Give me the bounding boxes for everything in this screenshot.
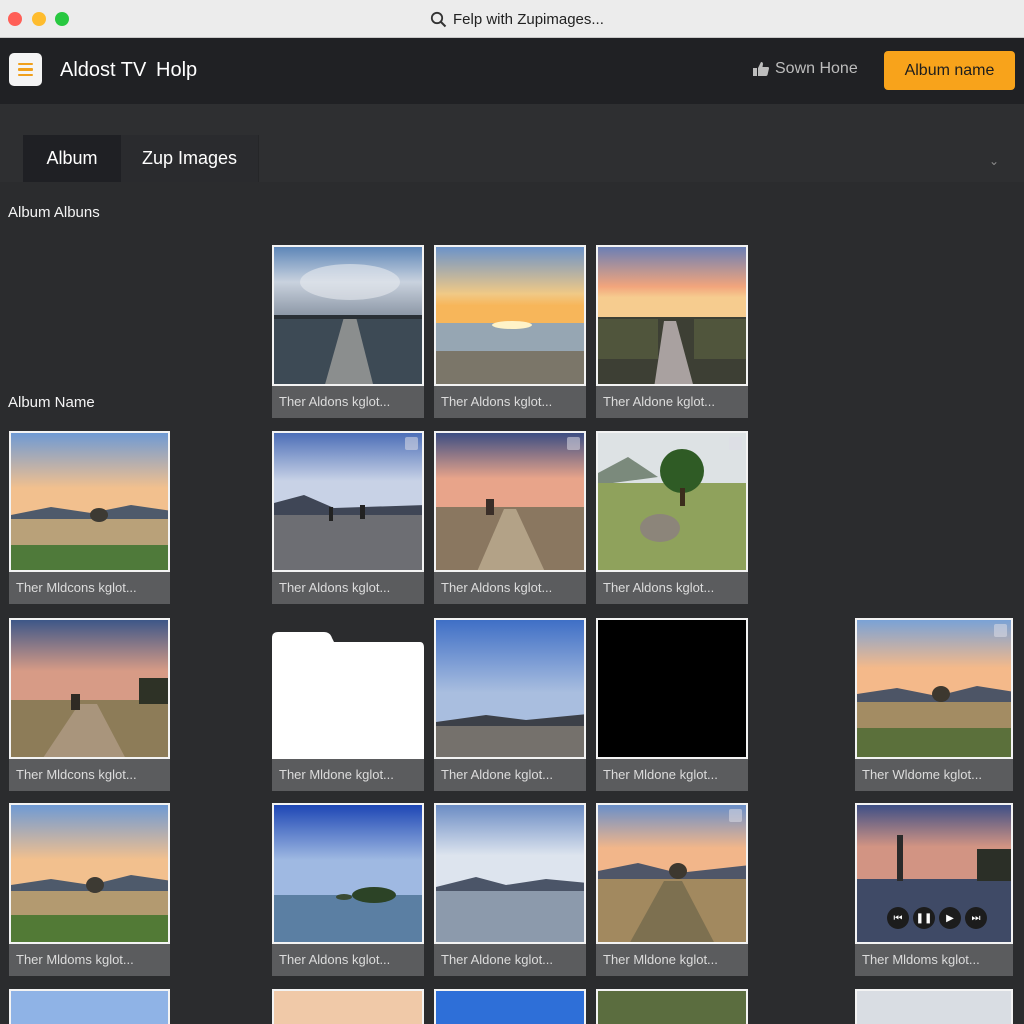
window-search[interactable]: Felp with Zupimages... bbox=[430, 9, 604, 29]
thumbnail-image bbox=[855, 618, 1013, 759]
select-checkbox-icon[interactable] bbox=[405, 437, 418, 450]
image-caption: Ther Mldoms kglot... bbox=[855, 944, 1013, 976]
select-checkbox-icon[interactable] bbox=[729, 437, 742, 450]
tab-zup-images[interactable]: Zup Images bbox=[121, 135, 259, 182]
image-caption: Ther Aldons kglot... bbox=[434, 386, 586, 418]
image-tile[interactable]: Ther Aldons kglot... bbox=[272, 431, 424, 604]
image-tile[interactable]: Ther Aldons kglot... bbox=[434, 431, 586, 604]
image-tile[interactable]: Ther Aldons kglot... bbox=[434, 245, 586, 418]
window-title: Felp with Zupimages... bbox=[453, 10, 604, 28]
close-window-button[interactable] bbox=[8, 12, 22, 26]
thumbnail-image bbox=[596, 618, 748, 759]
sown-hone-label: Sown Hone bbox=[775, 60, 858, 77]
image-tile[interactable]: Ther Mldcons kglot... bbox=[9, 618, 170, 791]
sown-hone-button[interactable]: Sown Hone bbox=[753, 60, 858, 78]
section-label-albums: Album Albuns bbox=[8, 204, 100, 221]
image-tile[interactable]: Ther Aldone kglot... bbox=[434, 618, 586, 791]
image-caption: Ther Aldons kglot... bbox=[272, 386, 424, 418]
thumbnail-image bbox=[272, 803, 424, 944]
skip-back-icon[interactable]: ⏮ bbox=[887, 907, 909, 929]
image-caption: Ther Mldoms kglot... bbox=[9, 944, 170, 976]
play-icon[interactable]: ▶ bbox=[939, 907, 961, 929]
image-tile[interactable]: Ther Mldoms kglot... bbox=[9, 803, 170, 976]
album-grid-area: Album Albuns Album Name Ther Aldons kglo… bbox=[0, 182, 1024, 1024]
thumbnail-image bbox=[434, 431, 586, 572]
minimize-window-button[interactable] bbox=[32, 12, 46, 26]
thumbnail-image bbox=[434, 803, 586, 944]
thumbnail-image: ⏮ ❚❚ ▶ ⏭ bbox=[855, 803, 1013, 944]
tab-bar: Album Zup Images ⌄ bbox=[0, 104, 1024, 182]
skip-forward-icon[interactable]: ⏭ bbox=[965, 907, 987, 929]
image-caption: Ther Aldons kglot... bbox=[596, 572, 748, 604]
image-caption: Ther Aldone kglot... bbox=[434, 759, 586, 791]
image-caption: Ther Mldone kglot... bbox=[272, 759, 424, 791]
image-caption: Ther Mldone kglot... bbox=[596, 759, 748, 791]
image-tile[interactable]: Ther Aldons kglot... bbox=[272, 803, 424, 976]
image-tile[interactable] bbox=[9, 989, 170, 1024]
image-tile[interactable]: Ther Mldone kglot... bbox=[596, 803, 748, 976]
image-caption: Ther Aldons kglot... bbox=[272, 944, 424, 976]
image-caption: Ther Aldons kglot... bbox=[272, 572, 424, 604]
thumbnail-image bbox=[272, 431, 424, 572]
thumbnail-image bbox=[596, 803, 748, 944]
search-icon bbox=[430, 11, 447, 27]
image-tile[interactable]: Ther Mldcons kglot... bbox=[9, 431, 170, 604]
maximize-window-button[interactable] bbox=[55, 12, 69, 26]
thumbnail-image bbox=[9, 803, 170, 944]
select-checkbox-icon[interactable] bbox=[994, 624, 1007, 637]
app-title: Aldost TV bbox=[60, 59, 147, 81]
thumbnail-image bbox=[434, 245, 586, 386]
video-tile[interactable]: ⏮ ❚❚ ▶ ⏭ Ther Mldoms kglot... bbox=[855, 803, 1013, 976]
help-link[interactable]: Holp bbox=[156, 59, 197, 82]
tab-album[interactable]: Album bbox=[23, 135, 121, 182]
album-name-button[interactable]: Album name bbox=[884, 51, 1015, 90]
chevron-down-icon[interactable]: ⌄ bbox=[989, 154, 999, 168]
image-caption: Ther Mldcons kglot... bbox=[9, 759, 170, 791]
select-checkbox-icon[interactable] bbox=[729, 809, 742, 822]
image-caption: Ther Wldome kglot... bbox=[855, 759, 1013, 791]
image-tile[interactable] bbox=[855, 989, 1013, 1024]
thumbs-up-icon bbox=[753, 62, 769, 76]
image-tile[interactable] bbox=[596, 989, 748, 1024]
image-tile[interactable]: Ther Aldone kglot... bbox=[596, 245, 748, 418]
section-label-album-name: Album Name bbox=[8, 394, 95, 411]
image-tile[interactable] bbox=[272, 989, 424, 1024]
image-tile[interactable]: Ther Mldone kglot... bbox=[596, 618, 748, 791]
image-caption: Ther Aldone kglot... bbox=[596, 386, 748, 418]
image-tile[interactable]: Ther Aldons kglot... bbox=[596, 431, 748, 604]
thumbnail-image bbox=[9, 431, 170, 572]
image-caption: Ther Mldcons kglot... bbox=[9, 572, 170, 604]
image-caption: Ther Aldone kglot... bbox=[434, 944, 586, 976]
image-tile[interactable] bbox=[434, 989, 586, 1024]
window-titlebar: Felp with Zupimages... bbox=[0, 0, 1024, 38]
thumbnail-image bbox=[9, 618, 170, 759]
image-caption: Ther Mldone kglot... bbox=[596, 944, 748, 976]
image-tile[interactable]: Ther Wldome kglot... bbox=[855, 618, 1013, 791]
hamburger-menu-icon[interactable] bbox=[9, 53, 42, 86]
media-player-controls: ⏮ ❚❚ ▶ ⏭ bbox=[887, 907, 987, 929]
image-tile[interactable]: Ther Aldons kglot... bbox=[272, 245, 424, 418]
select-checkbox-icon[interactable] bbox=[567, 437, 580, 450]
thumbnail-image bbox=[596, 245, 748, 386]
thumbnail-image bbox=[272, 245, 424, 386]
image-tile[interactable]: Ther Aldone kglot... bbox=[434, 803, 586, 976]
thumbnail-image bbox=[596, 431, 748, 572]
image-caption: Ther Aldons kglot... bbox=[434, 572, 586, 604]
folder-tile[interactable]: Ther Mldone kglot... bbox=[272, 618, 424, 791]
pause-icon[interactable]: ❚❚ bbox=[913, 907, 935, 929]
folder-icon bbox=[272, 632, 424, 759]
thumbnail-image bbox=[434, 618, 586, 759]
app-header: Aldost TV Holp Sown Hone Album name bbox=[0, 38, 1024, 104]
